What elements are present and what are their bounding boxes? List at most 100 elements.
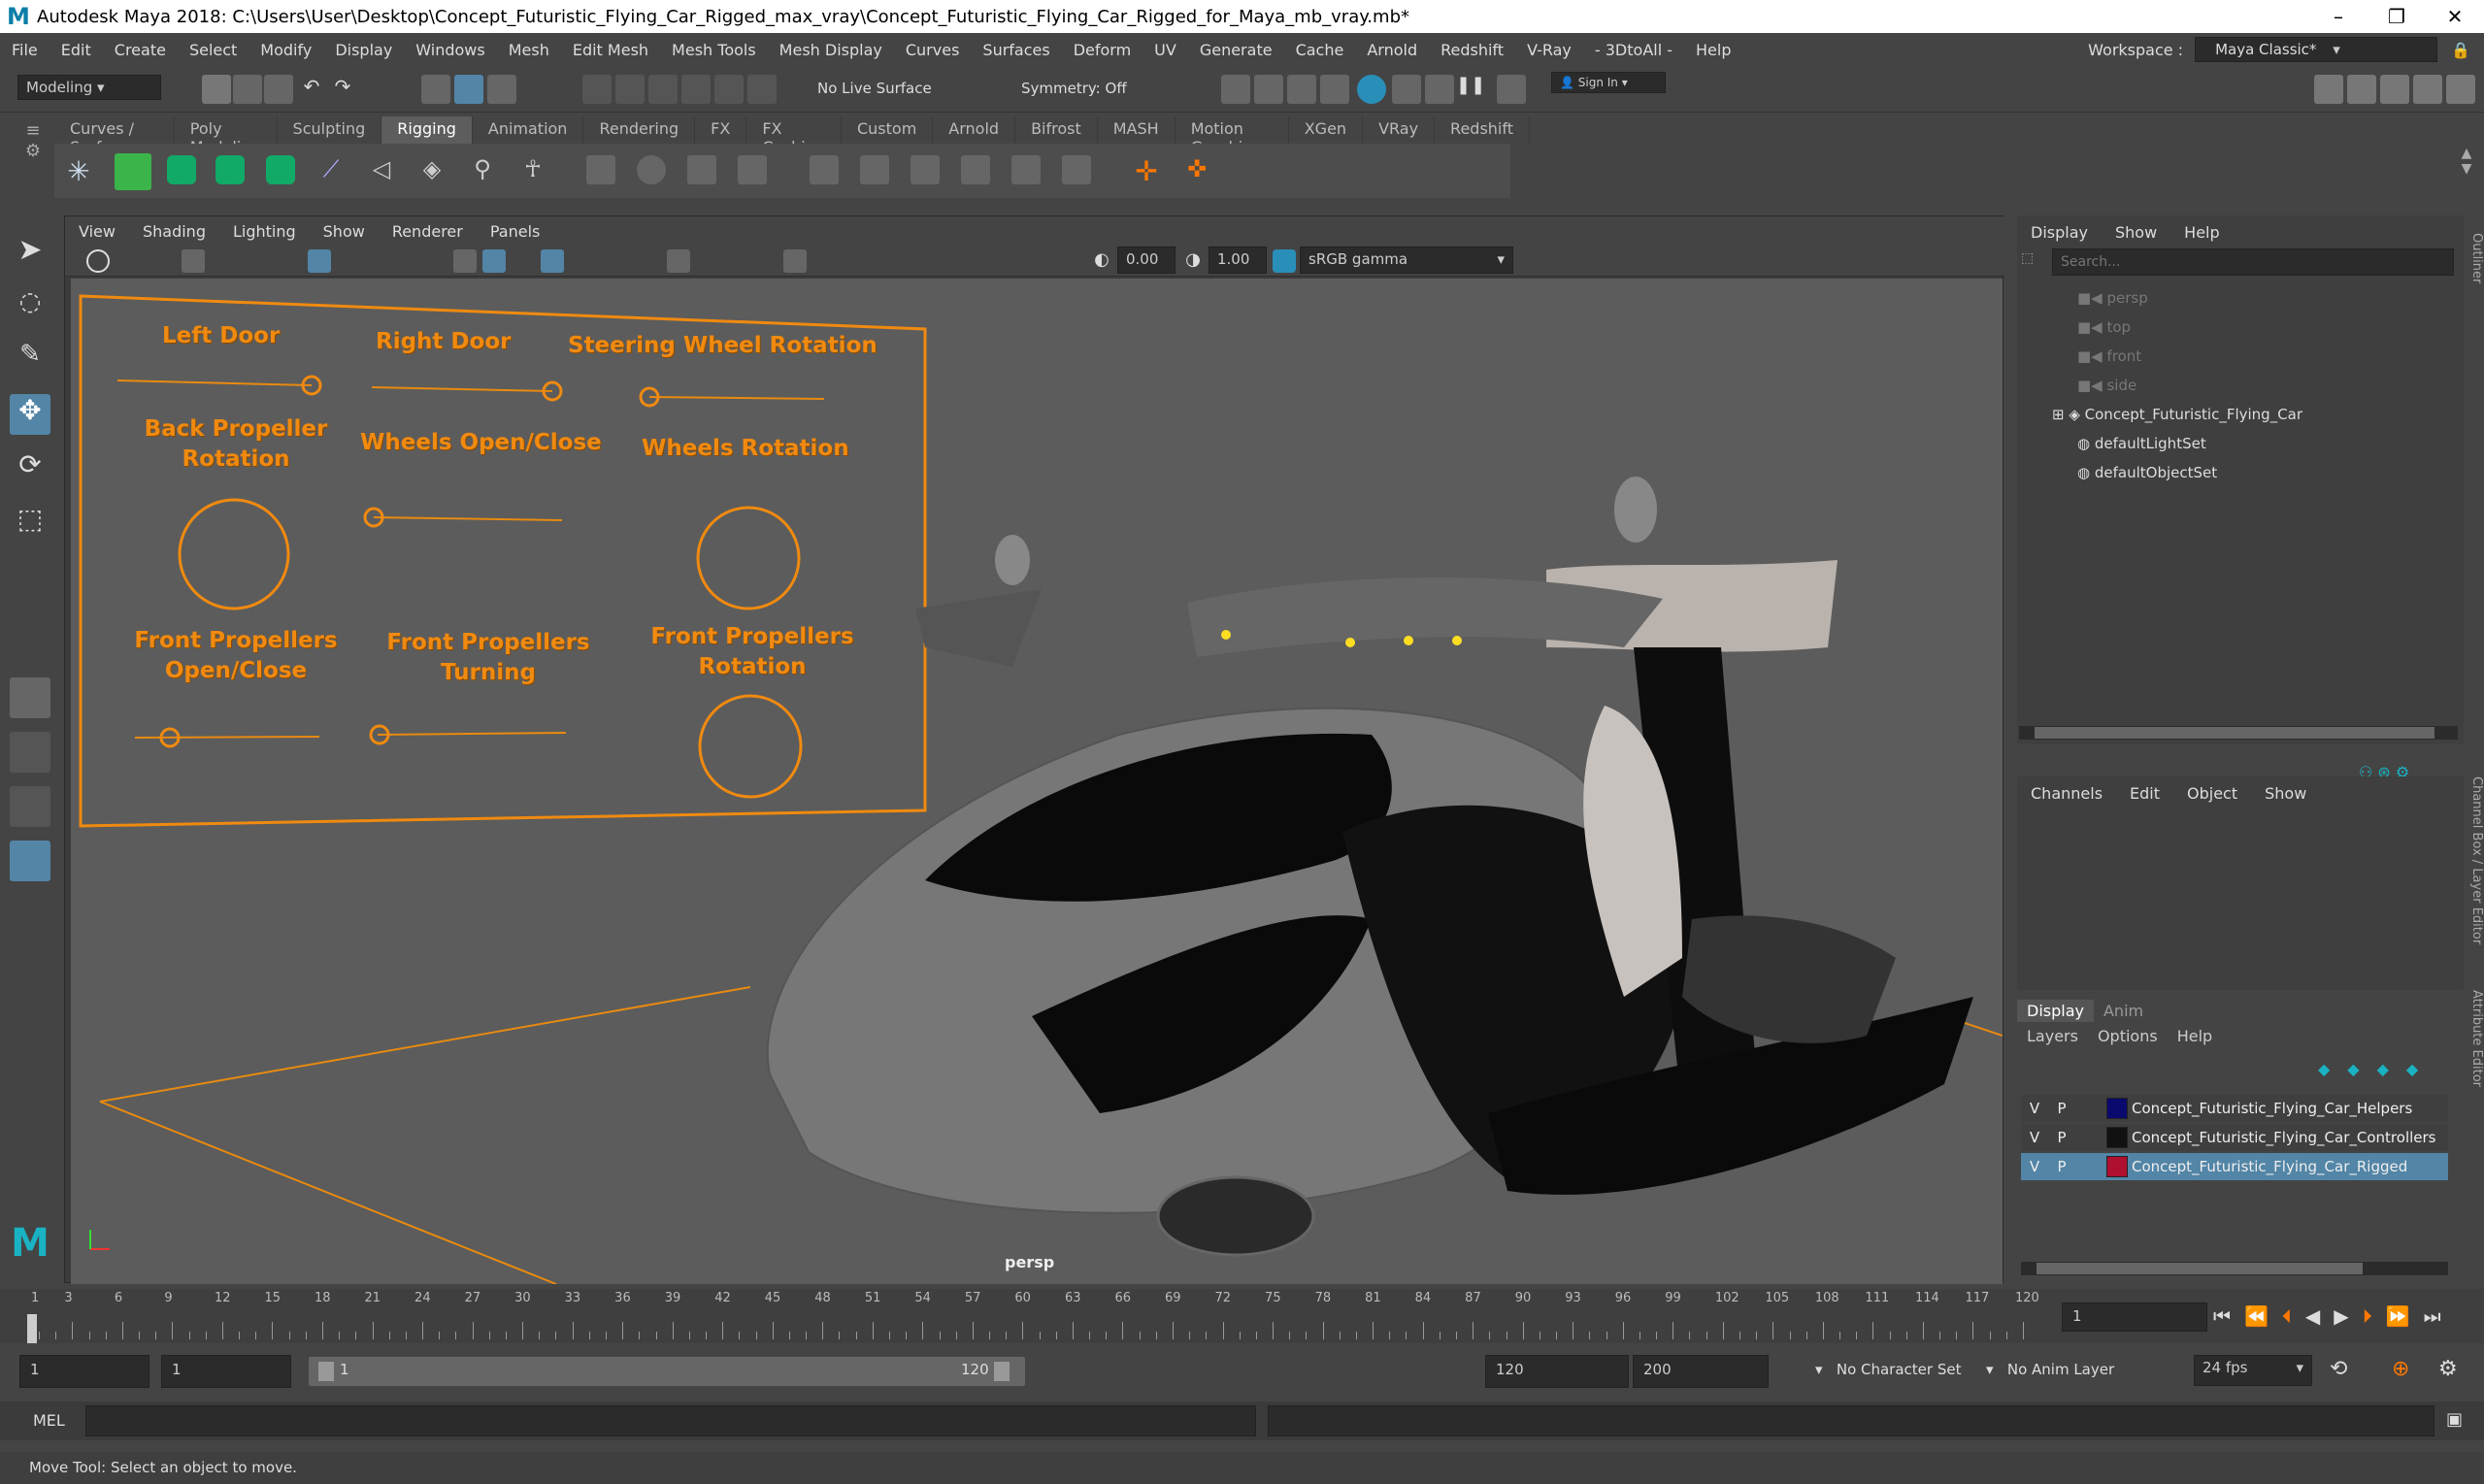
layer-color-swatch[interactable]	[2106, 1098, 2128, 1119]
step-forward-key-icon[interactable]: ⏵	[2363, 1304, 2386, 1328]
range-start-handle[interactable]	[318, 1362, 334, 1381]
side-tab-outliner[interactable]: Outliner	[2466, 233, 2484, 311]
cluster-icon[interactable]: ◈	[417, 155, 447, 184]
live-surface-label[interactable]: No Live Surface	[817, 80, 932, 97]
tab-arnold[interactable]: Arnold	[933, 116, 1016, 144]
vp-menu-lighting[interactable]: Lighting	[219, 222, 310, 241]
menu-3dtoall[interactable]: - 3DtoAll -	[1583, 41, 1684, 59]
open-scene-icon[interactable]	[233, 75, 262, 104]
tab-vray[interactable]: VRay	[1363, 116, 1436, 144]
tab-sculpting[interactable]: Sculpting	[278, 116, 382, 144]
wrap-icon[interactable]	[637, 155, 666, 184]
playback-start-field[interactable]: 1	[161, 1355, 291, 1388]
smooth-shade-icon[interactable]	[482, 249, 506, 273]
vray-icon[interactable]	[1425, 75, 1454, 104]
vp-menu-panels[interactable]: Panels	[477, 222, 554, 241]
outliner-item-car[interactable]: ⊞ ◈ Concept_Futuristic_Flying_Car	[2052, 406, 2302, 423]
time-ruler[interactable]: 1 3 6 9 12 15 18 21 24 27 30 33 36 39 42 45 48 51 54 57 60 63…	[31, 1289, 2039, 1343]
colorspace-dropdown[interactable]: sRGB gamma ▾	[1300, 247, 1513, 274]
tab-poly-modeling[interactable]: Poly Modeling	[175, 116, 278, 156]
lattice-icon[interactable]	[586, 155, 615, 184]
scale-constraint-icon[interactable]	[961, 155, 990, 184]
attribute-editor-toggle-icon[interactable]	[2380, 75, 2409, 104]
close-button[interactable]: ✕	[2426, 5, 2484, 28]
vp-menu-show[interactable]: Show	[310, 222, 379, 241]
vp-menu-view[interactable]: View	[65, 222, 129, 241]
ep-curve-icon[interactable]: ◁	[367, 155, 396, 184]
snap-view-icon[interactable]	[681, 75, 711, 104]
render-sequence-icon[interactable]	[1254, 75, 1283, 104]
outliner-item-front[interactable]: ■◀ front	[2077, 347, 2141, 365]
script-editor-icon[interactable]: ▣	[2446, 1409, 2463, 1430]
xray-icon[interactable]	[783, 249, 807, 273]
outliner-filter-icon[interactable]: ⬚	[2021, 250, 2040, 270]
anim-layer-dropdown[interactable]: ▾ No Anim Layer	[1986, 1361, 2114, 1378]
locator-icon[interactable]: ✛	[1132, 155, 1161, 187]
menu-mesh[interactable]: Mesh	[497, 41, 561, 59]
step-back-key-icon[interactable]: ⏴	[2282, 1304, 2305, 1328]
select-camera-icon[interactable]	[86, 249, 110, 273]
parent-constraint-icon[interactable]	[1011, 155, 1041, 184]
snap-surface-icon[interactable]	[714, 75, 744, 104]
layer-row-rigged[interactable]: V P Concept_Futuristic_Flying_Car_Rigged	[2021, 1153, 2448, 1180]
layer-tab-display[interactable]: Display	[2017, 1000, 2094, 1022]
layer-visibility-toggle[interactable]: V	[2021, 1129, 2048, 1146]
layer-menu-options[interactable]: Options	[2088, 1027, 2168, 1045]
maximize-button[interactable]: ❐	[2368, 5, 2426, 28]
vp-menu-shading[interactable]: Shading	[129, 222, 219, 241]
lasso-tool-icon[interactable]: ◌	[10, 287, 50, 328]
tab-custom[interactable]: Custom	[842, 116, 934, 144]
shelf-options-icon[interactable]: ≡ ⚙	[21, 120, 45, 198]
snap-vertex-icon[interactable]	[747, 75, 777, 104]
paint-select-icon[interactable]: ✎	[10, 340, 50, 380]
exposure-field[interactable]: 0.00	[1117, 247, 1176, 274]
outliner-menu-show[interactable]: Show	[2102, 223, 2170, 242]
layer-playback-toggle[interactable]: P	[2048, 1158, 2075, 1175]
menu-modify[interactable]: Modify	[248, 41, 323, 59]
menu-vray[interactable]: V-Ray	[1515, 41, 1583, 59]
select-component-icon[interactable]	[487, 75, 516, 104]
layer-row-helpers[interactable]: V P Concept_Futuristic_Flying_Car_Helper…	[2021, 1095, 2448, 1122]
outliner-item-side[interactable]: ■◀ side	[2077, 377, 2136, 394]
go-to-end-icon[interactable]: ⏭	[2424, 1304, 2455, 1328]
skeleton-icon[interactable]: ☥	[518, 155, 547, 184]
anim-prefs-icon[interactable]: ⚙	[2438, 1357, 2458, 1381]
rotate-tool-icon[interactable]: ⟳	[10, 448, 50, 489]
workspace-dropdown[interactable]: Maya Classic* ▾	[2195, 37, 2438, 62]
menu-windows[interactable]: Windows	[404, 41, 496, 59]
go-to-start-icon[interactable]: ⏮	[2213, 1304, 2244, 1328]
nonlinear-icon[interactable]	[738, 155, 767, 184]
tab-motion-graphics[interactable]: Motion Graphics	[1176, 116, 1289, 156]
layer-color-swatch[interactable]	[2106, 1156, 2128, 1177]
menu-create[interactable]: Create	[103, 41, 178, 59]
sign-in-dropdown[interactable]: 👤 Sign In ▾	[1551, 72, 1666, 93]
paint-weights-icon[interactable]	[266, 155, 295, 184]
cb-menu-show[interactable]: Show	[2251, 784, 2320, 803]
mode-dropdown[interactable]: Modeling ▾	[17, 75, 161, 100]
scene-end-field[interactable]: 200	[1633, 1355, 1769, 1388]
snap-grid-icon[interactable]	[582, 75, 612, 104]
cb-menu-object[interactable]: Object	[2173, 784, 2251, 803]
select-tool-icon[interactable]: ➤	[10, 233, 50, 274]
menu-file[interactable]: File	[0, 41, 50, 59]
humanik-icon[interactable]: ⚲	[468, 155, 497, 184]
step-back-frame-icon[interactable]: ⏪	[2244, 1304, 2282, 1328]
outliner-item-top[interactable]: ■◀ top	[2077, 318, 2131, 336]
outliner-hscroll-thumb[interactable]	[2035, 727, 2434, 739]
step-forward-frame-icon[interactable]: ⏩	[2386, 1304, 2424, 1328]
lock-icon[interactable]: 🔒	[2437, 41, 2484, 59]
select-object-icon[interactable]	[454, 75, 483, 104]
single-pane-layout-icon[interactable]	[10, 677, 50, 718]
ik-spline-icon[interactable]: ✜	[1182, 155, 1211, 184]
orient-constraint-icon[interactable]	[911, 155, 940, 184]
tab-fx[interactable]: FX	[695, 116, 747, 144]
layer-playback-toggle[interactable]: P	[2048, 1100, 2075, 1117]
shelf-scroll-icon[interactable]: ▲ ▼	[2456, 146, 2477, 200]
auto-key-icon[interactable]: ⊕	[2392, 1357, 2409, 1381]
tab-rigging[interactable]: Rigging	[381, 116, 473, 144]
outliner-menu-help[interactable]: Help	[2170, 223, 2233, 242]
bind-skin-icon[interactable]	[167, 155, 196, 184]
grid-toggle-icon[interactable]	[308, 249, 331, 273]
aim-constraint-icon[interactable]	[860, 155, 889, 184]
current-frame-field[interactable]: 1	[2062, 1303, 2207, 1332]
